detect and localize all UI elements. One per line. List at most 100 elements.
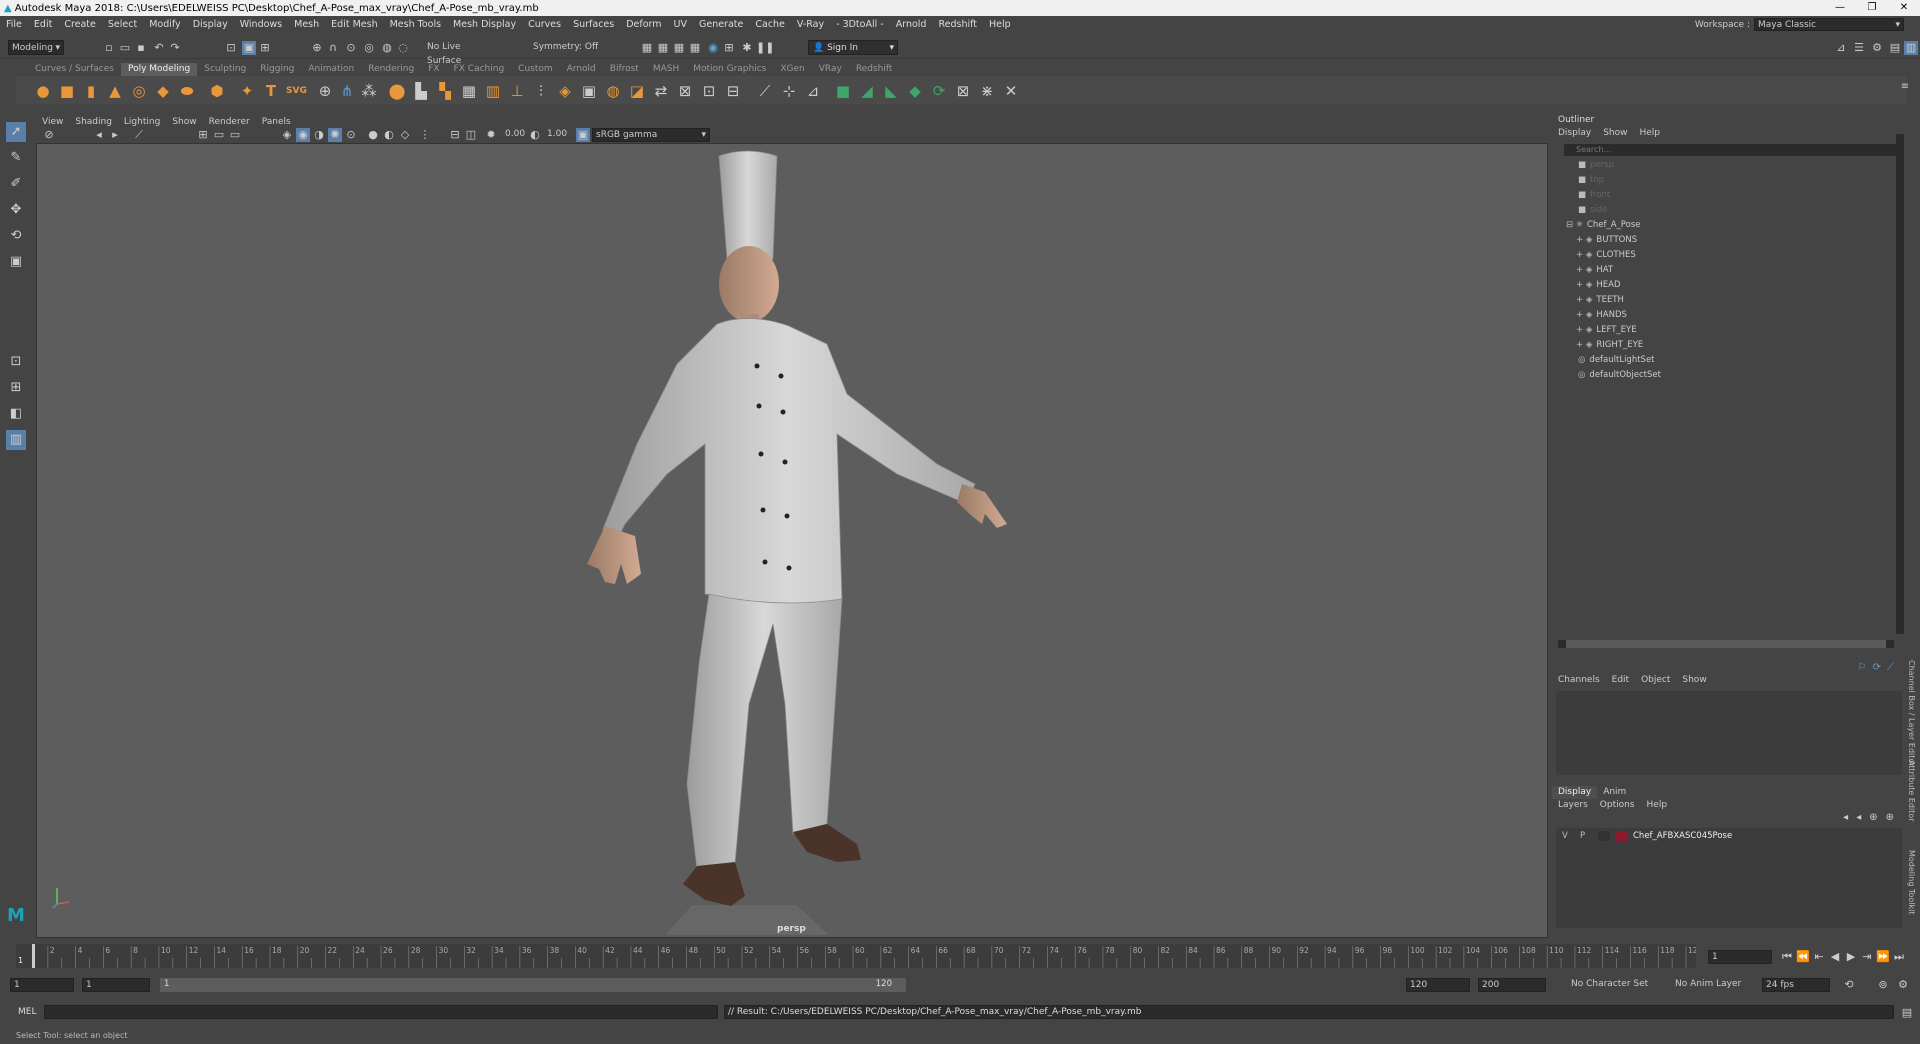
fill-hole-icon[interactable]: ▦	[460, 82, 478, 100]
loop-icon[interactable]: ⟲	[1842, 978, 1856, 992]
render-ipr-icon[interactable]: ▦	[656, 41, 670, 55]
snap-point-icon[interactable]: ⊙	[344, 41, 358, 55]
viewport-menu-panels[interactable]: Panels	[256, 116, 297, 128]
outliner-search-field[interactable]: Search...	[1564, 144, 1902, 156]
play-backward-icon[interactable]: ◀	[1828, 950, 1842, 964]
film-gate-icon[interactable]: ▭	[212, 128, 226, 142]
redo-icon[interactable]: ↷	[168, 41, 182, 55]
channel-box-link-icon[interactable]: ⟋	[1887, 662, 1894, 673]
menu-surfaces[interactable]: Surfaces	[567, 17, 620, 33]
select-component-icon[interactable]: ⊞	[258, 41, 272, 55]
image-plane-icon[interactable]: ⟋	[132, 128, 146, 142]
menu-windows[interactable]: Windows	[234, 17, 288, 33]
outliner-item-head[interactable]: + ◈ HEAD	[1576, 278, 1621, 293]
render-settings-icon[interactable]: ▦	[672, 41, 686, 55]
shelf-tab-redshift[interactable]: Redshift	[849, 63, 900, 76]
menu-edit-mesh[interactable]: Edit Mesh	[325, 17, 383, 33]
reverse-normal-icon[interactable]: ◆	[906, 82, 924, 100]
shelf-menu-icon[interactable]: ≡	[1896, 78, 1914, 96]
multi-cut-icon[interactable]: ◈	[556, 82, 574, 100]
time-slider[interactable]: 2 4 6 8 10 12 14 16 18 20 22 24 26 28 30 32 34 36 38 40 42 44…	[16, 944, 1696, 968]
paint-select-icon[interactable]: ✐	[6, 174, 26, 194]
outliner-set-defaultobjectset[interactable]: ◎ defaultObjectSet	[1578, 368, 1661, 383]
channel-menu-channels[interactable]: Channels	[1552, 674, 1606, 687]
outliner-menu-help[interactable]: Help	[1633, 127, 1666, 140]
outliner-item-right-eye[interactable]: + ◈ RIGHT_EYE	[1576, 338, 1643, 353]
snap-surface-icon[interactable]: ◍	[380, 41, 394, 55]
layer-name[interactable]: Chef_AFBXASC045Pose	[1633, 831, 1732, 841]
type-tool-icon[interactable]: T	[262, 82, 280, 100]
shelf-tab-sculpting[interactable]: Sculpting	[197, 63, 253, 76]
current-frame-marker[interactable]: 1	[18, 956, 23, 965]
outliner-camera-top[interactable]: ■ top	[1578, 173, 1604, 188]
side-tab-modeling-toolkit[interactable]: Modeling Toolkit	[1907, 850, 1916, 914]
viewport-menu-lighting[interactable]: Lighting	[118, 116, 166, 128]
select-camera-icon[interactable]: ⊘	[42, 128, 56, 142]
tool-settings-icon[interactable]: ⚙	[1870, 41, 1884, 55]
isolate-icon[interactable]: ⋮	[418, 128, 432, 142]
camera-attr-icon[interactable]: ◂	[92, 128, 106, 142]
layer-tab-anim[interactable]: Anim	[1597, 786, 1632, 799]
select-set-icon[interactable]: ■	[834, 82, 852, 100]
channel-menu-object[interactable]: Object	[1635, 674, 1676, 687]
poly-cylinder-icon[interactable]: ▮	[82, 82, 100, 100]
channel-box-sync-icon[interactable]: ⟳	[1873, 662, 1881, 673]
range-slider-end[interactable]: 120	[876, 979, 892, 989]
menu-mesh[interactable]: Mesh	[288, 17, 325, 33]
color-management-icon[interactable]: ▣	[576, 128, 590, 142]
shelf-tab-mash[interactable]: MASH	[646, 63, 686, 76]
shelf-tab-custom[interactable]: Custom	[511, 63, 559, 76]
super-shape-icon[interactable]: ✦	[238, 82, 256, 100]
shadows-icon[interactable]: ⊙	[344, 128, 358, 142]
gamma-field[interactable]: 1.00	[544, 128, 570, 142]
resolution-gate-icon[interactable]: ▭	[228, 128, 242, 142]
pause-viewport-icon[interactable]: ❚❚	[756, 41, 774, 55]
start-time-field[interactable]: 1	[10, 978, 74, 992]
menu-display[interactable]: Display	[187, 17, 234, 33]
append-polygon-icon[interactable]: ▥	[484, 82, 502, 100]
viewport-persp[interactable]: persp	[36, 143, 1548, 938]
four-view-icon[interactable]: ⊞	[6, 378, 26, 398]
conform-icon[interactable]: ⟳	[930, 82, 948, 100]
outliner-search-input[interactable]: Search...	[1576, 144, 1611, 156]
menu-select[interactable]: Select	[102, 17, 143, 33]
menu-3dtoall[interactable]: - 3DtoAll -	[830, 17, 890, 33]
shelf-tab-arnold[interactable]: Arnold	[560, 63, 603, 76]
layer-color-swatch[interactable]	[1616, 831, 1627, 841]
snap-curve-icon[interactable]: ∩	[326, 41, 340, 55]
outliner-hscrollbar[interactable]	[1558, 640, 1894, 648]
layer-playback-toggle[interactable]: P	[1580, 831, 1592, 841]
exposure-icon[interactable]: ✹	[484, 128, 498, 142]
rotate-tool-icon[interactable]: ⟲	[6, 226, 26, 246]
shelf-tab-xgen[interactable]: XGen	[773, 63, 811, 76]
shelf-tab-fx[interactable]: FX	[421, 63, 446, 76]
extrude-icon[interactable]: ⬤	[388, 82, 406, 100]
soften-edge-icon[interactable]: ◣	[882, 82, 900, 100]
new-layer-selected-icon[interactable]: ⊕	[1886, 812, 1894, 826]
step-back-frame-icon[interactable]: ⇤	[1812, 950, 1826, 964]
outliner-menu-display[interactable]: Display	[1552, 127, 1597, 140]
command-input[interactable]	[44, 1005, 718, 1019]
live-surface-field[interactable]: No Live Surface	[424, 40, 500, 66]
menu-modify[interactable]: Modify	[143, 17, 186, 33]
range-slider[interactable]: 1 120	[160, 978, 906, 992]
shelf-tab-curves-surfaces[interactable]: Curves / Surfaces	[28, 63, 121, 76]
poly-cube-icon[interactable]: ■	[58, 82, 76, 100]
uv-editor-icon[interactable]: ⟋	[756, 82, 774, 100]
shelf-tab-bifrost[interactable]: Bifrost	[603, 63, 646, 76]
freeze-transform-icon[interactable]: ✕	[1002, 82, 1020, 100]
single-perspective-icon[interactable]: ⊡	[6, 352, 26, 372]
poly-torus-icon[interactable]: ◎	[130, 82, 148, 100]
script-language-toggle[interactable]: MEL	[18, 1007, 36, 1017]
render-setup-icon[interactable]: ⊞	[722, 41, 736, 55]
maximize-button[interactable]: ❐	[1856, 0, 1888, 16]
character-set-dropdown[interactable]: No Character Set	[1568, 978, 1660, 992]
auto-key-icon[interactable]: ⊚	[1876, 978, 1890, 992]
snap-grid-icon[interactable]: ⊕	[310, 41, 324, 55]
new-scene-icon[interactable]: ▫	[102, 41, 116, 55]
center-pivot-icon[interactable]: ⋇	[978, 82, 996, 100]
channel-box-icon[interactable]: ▤	[1888, 41, 1902, 55]
outliner-camera-front[interactable]: ■ front	[1578, 188, 1610, 203]
menu-cache[interactable]: Cache	[749, 17, 791, 33]
grid-icon[interactable]: ⊞	[196, 128, 210, 142]
